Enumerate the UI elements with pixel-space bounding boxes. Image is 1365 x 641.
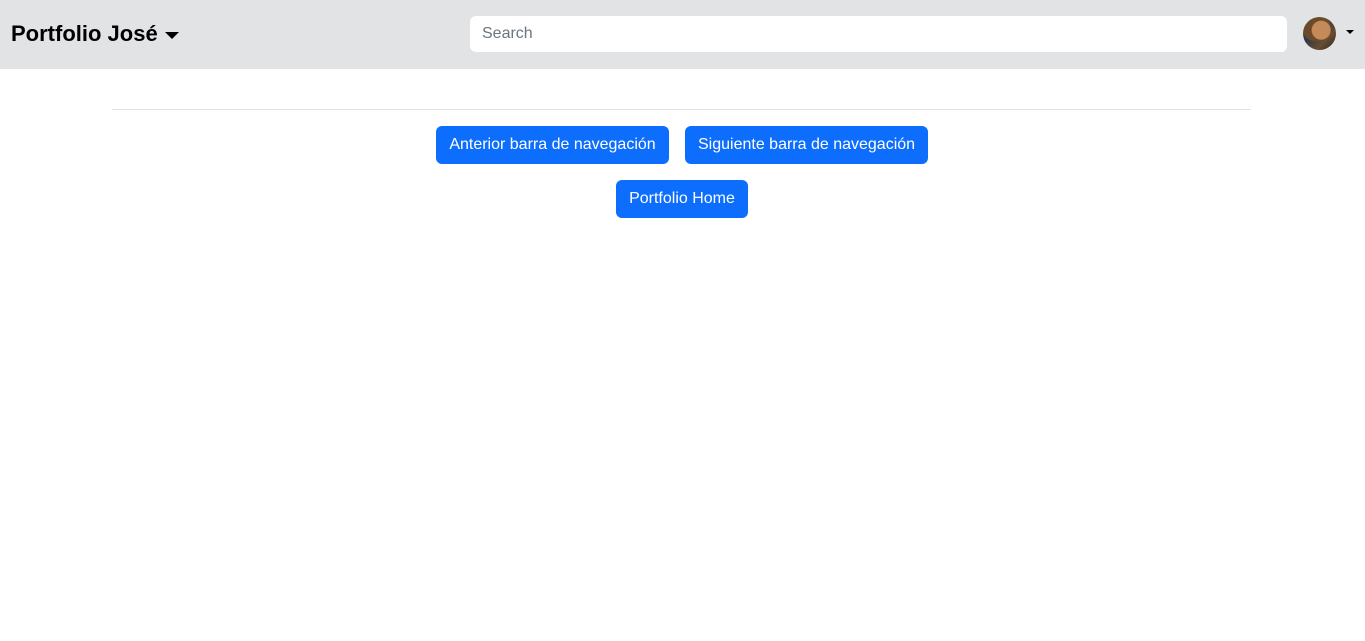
previous-navbar-button[interactable]: Anterior barra de navegación <box>436 126 669 164</box>
divider <box>112 109 1251 110</box>
brand-title: Portfolio José <box>11 21 158 46</box>
search-input[interactable] <box>470 16 1287 52</box>
navbar: Portfolio José <box>0 0 1365 69</box>
next-navbar-button[interactable]: Siguiente barra de navegación <box>685 126 928 164</box>
avatar <box>1303 17 1336 50</box>
caret-down-icon <box>164 31 179 39</box>
user-menu[interactable] <box>1303 17 1354 50</box>
portfolio-home-button[interactable]: Portfolio Home <box>616 180 748 218</box>
brand-dropdown[interactable]: Portfolio José <box>11 19 179 49</box>
caret-down-icon <box>1346 29 1354 34</box>
